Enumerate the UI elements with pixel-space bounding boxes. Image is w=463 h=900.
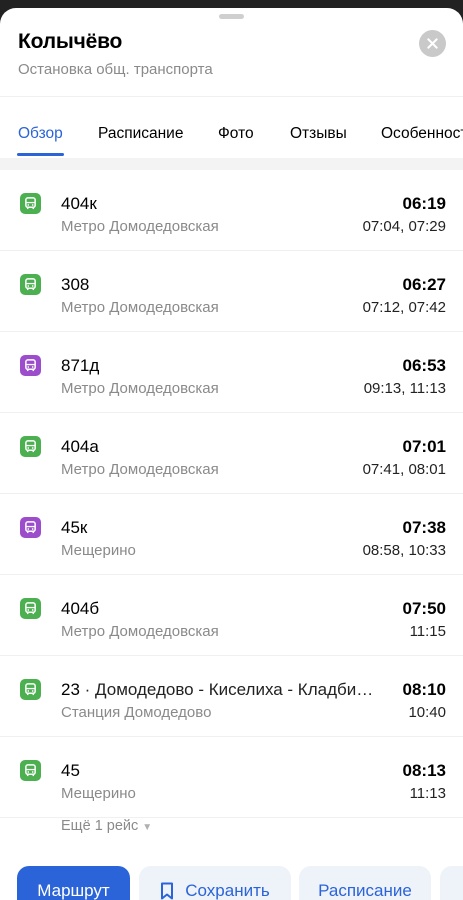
route-row[interactable]: 45 Мещерино 08:13 11:13 bbox=[0, 737, 463, 818]
minibus-icon bbox=[20, 517, 41, 538]
route-stop: Метро Домодедовская bbox=[61, 623, 219, 640]
close-button[interactable] bbox=[419, 30, 446, 57]
section-divider bbox=[0, 158, 463, 170]
next-departure-time: 06:27 bbox=[402, 275, 446, 294]
minibus-icon bbox=[20, 355, 41, 376]
following-departures: 08:58, 10:33 bbox=[362, 542, 446, 559]
more-trips-label: Ещё 1 рейс bbox=[61, 818, 139, 834]
place-card-sheet: Колычёво Остановка общ. транспорта Обзор… bbox=[0, 8, 463, 900]
route-number: 23 · Домодедово - Киселиха - Кладби… bbox=[61, 680, 374, 699]
next-departure-time: 06:19 bbox=[402, 194, 446, 213]
bus-icon bbox=[20, 436, 41, 457]
following-departures: 10:40 bbox=[408, 704, 446, 721]
following-departures: 09:13, 11:13 bbox=[363, 380, 446, 397]
following-departures: 07:04, 07:29 bbox=[362, 218, 446, 235]
tab-bar: Обзор Расписание Фото Отзывы Особенности bbox=[0, 96, 463, 158]
schedule-button[interactable]: Расписание bbox=[299, 866, 431, 900]
route-stop: Метро Домодедовская bbox=[61, 299, 219, 316]
route-button[interactable]: Маршрут bbox=[17, 866, 130, 900]
bus-icon bbox=[20, 679, 41, 700]
route-stop: Станция Домодедово bbox=[61, 704, 212, 721]
route-row[interactable]: 871д Метро Домодедовская 06:53 09:13, 11:13 bbox=[0, 332, 463, 413]
next-departure-time: 06:53 bbox=[402, 356, 446, 375]
route-row[interactable]: 404к Метро Домодедовская 06:19 07:04, 07:29 bbox=[0, 170, 463, 251]
bookmark-icon bbox=[161, 882, 174, 900]
following-departures: 11:15 bbox=[409, 623, 446, 640]
place-subtitle: Остановка общ. транспорта bbox=[18, 61, 213, 78]
next-departure-time: 08:13 bbox=[402, 761, 446, 780]
action-bar: Маршрут Сохранить Расписание bbox=[0, 864, 463, 900]
route-stop: Метро Домодедовская bbox=[61, 461, 219, 478]
next-departure-time: 07:50 bbox=[402, 599, 446, 618]
bus-icon bbox=[20, 193, 41, 214]
route-destination: · Домодедово - Киселиха - Кладби… bbox=[79, 680, 374, 699]
more-trips-link[interactable]: Ещё 1 рейс ▼ bbox=[61, 818, 152, 834]
tab-reviews[interactable]: Отзывы bbox=[290, 125, 347, 143]
bus-icon bbox=[20, 274, 41, 295]
close-icon bbox=[427, 38, 438, 49]
next-departure-time: 07:01 bbox=[402, 437, 446, 456]
following-departures: 07:41, 08:01 bbox=[362, 461, 446, 478]
route-stop: Метро Домодедовская bbox=[61, 380, 219, 397]
tab-features[interactable]: Особенности bbox=[381, 125, 463, 143]
routes-list: 404к Метро Домодедовская 06:19 07:04, 07:29… bbox=[0, 170, 463, 818]
route-row[interactable]: 308 Метро Домодедовская 06:27 07:12, 07:42 bbox=[0, 251, 463, 332]
route-number: 45к bbox=[61, 518, 88, 537]
place-title: Колычёво bbox=[18, 30, 123, 53]
route-row[interactable]: 404а Метро Домодедовская 07:01 07:41, 08:01 bbox=[0, 413, 463, 494]
next-departure-time: 07:38 bbox=[402, 518, 446, 537]
route-row[interactable]: 404б Метро Домодедовская 07:50 11:15 bbox=[0, 575, 463, 656]
route-number: 404а bbox=[61, 437, 99, 456]
route-number: 871д bbox=[61, 356, 100, 375]
route-row[interactable]: 23 · Домодедово - Киселиха - Кладби… Стан… bbox=[0, 656, 463, 737]
more-actions-button[interactable] bbox=[440, 866, 463, 900]
active-tab-indicator bbox=[17, 153, 64, 156]
route-stop: Мещерино bbox=[61, 785, 136, 802]
route-row[interactable]: 45к Мещерино 07:38 08:58, 10:33 bbox=[0, 494, 463, 575]
route-number: 308 bbox=[61, 275, 90, 294]
sheet-grabber-handle[interactable] bbox=[219, 14, 244, 19]
route-number: 404б bbox=[61, 599, 100, 618]
bus-icon bbox=[20, 760, 41, 781]
following-departures: 11:13 bbox=[409, 785, 446, 802]
tab-photo[interactable]: Фото bbox=[218, 125, 254, 143]
route-button-label: Маршрут bbox=[37, 881, 110, 900]
bus-icon bbox=[20, 598, 41, 619]
next-departure-time: 08:10 bbox=[402, 680, 446, 699]
route-stop: Мещерино bbox=[61, 542, 136, 559]
schedule-button-label: Расписание bbox=[318, 881, 412, 900]
caret-down-icon: ▼ bbox=[142, 822, 153, 833]
save-button[interactable]: Сохранить bbox=[139, 866, 291, 900]
route-number: 45 bbox=[61, 761, 80, 780]
following-departures: 07:12, 07:42 bbox=[362, 299, 446, 316]
save-button-label: Сохранить bbox=[185, 881, 270, 900]
tab-schedule[interactable]: Расписание bbox=[98, 125, 183, 143]
route-number: 404к bbox=[61, 194, 97, 213]
route-stop: Метро Домодедовская bbox=[61, 218, 219, 235]
tab-overview[interactable]: Обзор bbox=[18, 125, 63, 143]
